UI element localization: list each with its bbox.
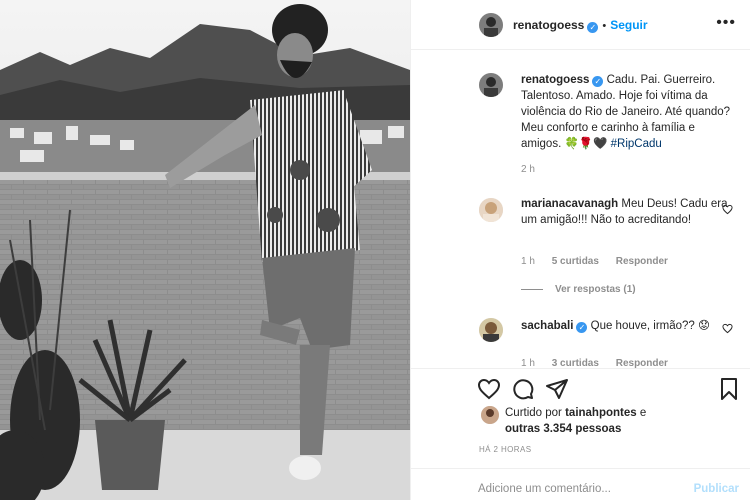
replies-line [521, 288, 543, 290]
comment-heart-icon[interactable] [722, 204, 733, 215]
liker-avatar[interactable] [481, 406, 499, 424]
verified-badge-icon: ✓ [576, 322, 588, 333]
commenter-avatar[interactable] [479, 198, 503, 222]
comments-list: renatogoess ✓ Cadu. Pai. Guerreiro. Talen… [411, 50, 750, 368]
bookmark-icon[interactable] [717, 377, 741, 401]
verified-badge-icon: ✓ [587, 22, 599, 33]
comment-icon[interactable] [511, 377, 535, 401]
comment-time[interactable]: 1 h [521, 358, 535, 368]
share-icon[interactable] [545, 377, 569, 401]
caption-avatar[interactable] [479, 73, 503, 97]
comment-username[interactable]: marianacavanagh [521, 198, 618, 210]
caption-username[interactable]: renatogoess [521, 74, 589, 86]
more-options-icon[interactable]: ••• [716, 14, 736, 32]
publish-button[interactable]: Publicar [694, 483, 739, 495]
action-bar [411, 368, 750, 408]
verified-badge-icon: ✓ [592, 76, 604, 87]
likes-prefix: Curtido por [505, 407, 562, 419]
caption-time[interactable]: 2 h [521, 164, 535, 175]
add-comment-bar: Adicione um comentário... Publicar [411, 468, 750, 500]
comment-heart-icon[interactable] [722, 323, 733, 334]
likes-middle: e [636, 407, 647, 419]
view-replies-label: Ver respostas (1) [555, 284, 636, 295]
comment-likes[interactable]: 5 curtidas [552, 256, 599, 267]
commenter-avatar[interactable] [479, 318, 503, 342]
comment-username[interactable]: sachabali [521, 320, 573, 332]
comment-likes[interactable]: 3 curtidas [552, 358, 599, 368]
post-header: renatogoess ✓ • Seguir ••• [411, 0, 750, 50]
comment-input[interactable]: Adicione um comentário... [478, 483, 611, 495]
comment-body: Que houve, irmão?? 😟 [590, 320, 711, 332]
caption-meta: 2 h [521, 164, 549, 175]
comment-text: sachabali ✓ Que houve, irmão?? 😟 [521, 318, 731, 334]
reply-button[interactable]: Responder [616, 256, 668, 267]
post-timestamp[interactable]: HÁ 2 HORAS [479, 445, 531, 454]
reply-button[interactable]: Responder [616, 358, 668, 368]
post-details-panel: renatogoess ✓ • Seguir ••• renatogoess ✓ Cad… [410, 0, 750, 500]
header-text: renatogoess ✓ • Seguir [513, 18, 648, 33]
comment-meta: 1 h 5 curtidas Responder [521, 256, 682, 267]
post-photo-image [0, 0, 410, 500]
instagram-post: renatogoess ✓ • Seguir ••• renatogoess ✓ Cad… [0, 0, 750, 500]
author-avatar[interactable] [479, 13, 503, 37]
heart-icon[interactable] [477, 377, 501, 401]
view-replies-button[interactable]: Ver respostas (1) [521, 284, 650, 295]
author-username[interactable]: renatogoess [513, 18, 584, 32]
likes-summary: Curtido por tainahpontes e outras 3.354 … [505, 405, 725, 437]
likes-others[interactable]: outras 3.354 pessoas [505, 423, 621, 435]
comment-meta: 1 h 3 curtidas Responder [521, 358, 682, 368]
comment-time[interactable]: 1 h [521, 256, 535, 267]
comment-text: marianacavanagh Meu Deus! Cadu era um am… [521, 196, 731, 228]
follow-button[interactable]: Seguir [610, 18, 647, 32]
separator-dot: • [602, 20, 607, 32]
post-photo[interactable] [0, 0, 410, 500]
caption-hashtag[interactable]: #RipCadu [611, 138, 662, 150]
likes-user[interactable]: tainahpontes [565, 407, 637, 419]
caption-text: renatogoess ✓ Cadu. Pai. Guerreiro. Talen… [521, 72, 731, 152]
